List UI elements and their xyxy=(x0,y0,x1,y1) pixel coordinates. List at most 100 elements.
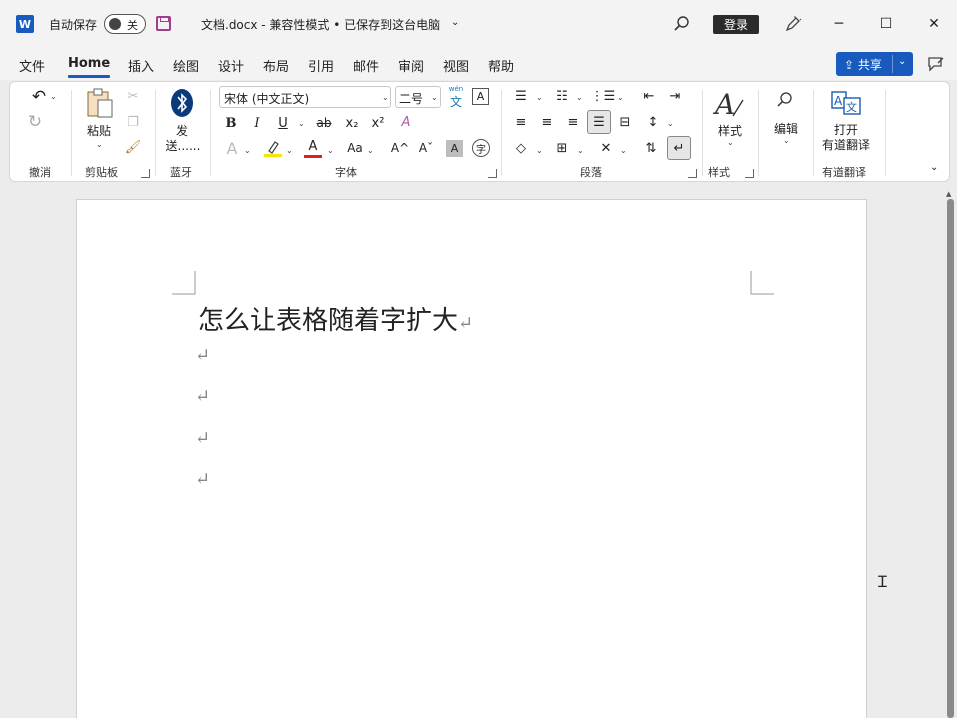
edit-dropdown-icon[interactable]: ⌄ xyxy=(783,136,790,145)
search-icon[interactable] xyxy=(672,14,692,34)
sort-icon[interactable]: ⇅ xyxy=(642,139,660,157)
format-painter-icon[interactable]: 🖌 xyxy=(124,138,142,156)
title-dropdown-icon[interactable]: ⌄ xyxy=(451,17,459,28)
styles-dropdown-icon[interactable]: ⌄ xyxy=(727,138,734,147)
comments-icon[interactable] xyxy=(926,54,946,74)
justify-icon[interactable]: ☰ xyxy=(590,113,608,131)
menu-mailings[interactable]: 邮件 xyxy=(353,56,379,75)
line-spacing-icon[interactable]: ↕ xyxy=(644,113,662,131)
ribbon-collapse-icon[interactable]: ⌄ xyxy=(930,162,938,173)
multilevel-dropdown-icon[interactable]: ⌄ xyxy=(617,93,624,102)
chinese-layout-dropdown-icon[interactable]: ⌄ xyxy=(620,146,627,155)
minimize-button[interactable]: ─ xyxy=(827,12,851,36)
highlight-dropdown-icon[interactable]: ⌄ xyxy=(286,146,293,155)
numbering-icon[interactable]: ☷ xyxy=(553,87,571,105)
enclose-characters-icon[interactable]: 字 xyxy=(472,139,490,157)
character-border-icon[interactable]: A xyxy=(472,88,489,105)
underline-button[interactable]: U xyxy=(274,114,292,132)
empty-paragraph[interactable]: ↵ xyxy=(195,386,210,407)
styles-label[interactable]: 样式 xyxy=(714,122,746,139)
edit-label[interactable]: 编辑 xyxy=(770,120,802,137)
shrink-font-button[interactable]: Aˇ xyxy=(416,139,436,157)
menu-references[interactable]: 引用 xyxy=(308,56,334,75)
bullets-dropdown-icon[interactable]: ⌄ xyxy=(536,93,543,102)
align-right-icon[interactable]: ≡ xyxy=(564,113,582,131)
strikethrough-button[interactable]: ab xyxy=(313,114,335,132)
font-name-dropdown-icon[interactable]: ⌄ xyxy=(382,93,389,102)
autosave-toggle[interactable]: 关 xyxy=(104,14,146,34)
increase-indent-icon[interactable]: ⇥ xyxy=(666,87,684,105)
styles-launcher-icon[interactable] xyxy=(745,169,754,178)
font-launcher-icon[interactable] xyxy=(488,169,497,178)
multilevel-list-icon[interactable]: ⋮☰ xyxy=(591,87,616,105)
empty-paragraph[interactable]: ↵ xyxy=(195,345,210,366)
paste-icon[interactable] xyxy=(85,88,115,120)
subscript-button[interactable]: x₂ xyxy=(342,114,362,132)
shading-dropdown-icon[interactable]: ⌄ xyxy=(536,146,543,155)
italic-button[interactable]: I xyxy=(248,114,266,132)
redo-icon[interactable]: ↻ xyxy=(24,111,46,133)
send-label-2[interactable]: 送...... xyxy=(165,137,201,154)
empty-paragraph[interactable]: ↵ xyxy=(195,428,210,449)
align-left-icon[interactable]: ≡ xyxy=(512,113,530,131)
menu-insert[interactable]: 插入 xyxy=(128,56,154,75)
bullets-icon[interactable]: ☰ xyxy=(512,87,530,105)
close-button[interactable]: ✕ xyxy=(922,12,946,36)
maximize-button[interactable]: ☐ xyxy=(874,12,898,36)
decrease-indent-icon[interactable]: ⇤ xyxy=(640,87,658,105)
menu-review[interactable]: 审阅 xyxy=(398,56,424,75)
text-effects-dropdown-icon[interactable]: ⌄ xyxy=(244,146,251,155)
line-spacing-dropdown-icon[interactable]: ⌄ xyxy=(667,119,674,128)
save-icon[interactable] xyxy=(156,16,171,31)
vertical-scrollbar[interactable] xyxy=(947,199,954,718)
font-color-icon[interactable]: A xyxy=(304,137,322,155)
highlight-icon[interactable] xyxy=(263,138,283,158)
menu-view[interactable]: 视图 xyxy=(443,56,469,75)
menu-help[interactable]: 帮助 xyxy=(488,56,514,75)
find-icon[interactable] xyxy=(775,90,795,110)
document-page[interactable]: 怎么让表格随着字扩大↵ ↵ ↵ ↵ ↵ xyxy=(76,199,867,718)
align-center-icon[interactable]: ≡ xyxy=(538,113,556,131)
shading-icon[interactable]: ◇ xyxy=(512,139,530,157)
borders-icon[interactable]: ⊞ xyxy=(553,139,571,157)
clear-formatting-icon[interactable]: A xyxy=(396,112,416,132)
bold-button[interactable]: B xyxy=(222,114,240,132)
phonetic-guide-icon[interactable]: wén 文 xyxy=(447,84,465,110)
text-effects-icon[interactable]: A xyxy=(222,138,242,158)
login-button[interactable]: 登录 xyxy=(713,15,759,34)
document-heading[interactable]: 怎么让表格随着字扩大↵ xyxy=(198,300,473,337)
font-name-select[interactable]: 宋体 (中文正文) xyxy=(219,86,391,108)
borders-dropdown-icon[interactable]: ⌄ xyxy=(577,146,584,155)
empty-paragraph[interactable]: ↵ xyxy=(195,469,210,490)
menu-design[interactable]: 设计 xyxy=(218,56,244,75)
undo-icon[interactable]: ↶ xyxy=(28,86,50,108)
grow-font-button[interactable]: A^ xyxy=(390,139,410,157)
menu-layout[interactable]: 布局 xyxy=(263,56,289,75)
distributed-icon[interactable]: ⊟ xyxy=(616,113,634,131)
undo-dropdown-icon[interactable]: ⌄ xyxy=(50,92,57,101)
open-youdao-label[interactable]: 有道翻译 xyxy=(816,136,876,153)
character-shading-icon[interactable]: A xyxy=(446,140,463,157)
cut-icon[interactable]: ✂ xyxy=(124,87,142,105)
menu-file[interactable]: 文件 xyxy=(19,56,45,75)
change-case-button[interactable]: Aa xyxy=(344,139,366,157)
share-dropdown-icon[interactable]: ⌄ xyxy=(898,56,906,67)
menu-draw[interactable]: 绘图 xyxy=(173,56,199,75)
clipboard-launcher-icon[interactable] xyxy=(141,169,150,178)
superscript-button[interactable]: x² xyxy=(368,114,388,132)
font-size-dropdown-icon[interactable]: ⌄ xyxy=(431,93,438,102)
change-case-dropdown-icon[interactable]: ⌄ xyxy=(367,146,374,155)
menu-home[interactable]: Home xyxy=(68,56,110,71)
font-color-dropdown-icon[interactable]: ⌄ xyxy=(327,146,334,155)
document-title[interactable]: 文档.docx - 兼容性模式 • 已保存到这台电脑 xyxy=(201,16,440,33)
share-button[interactable]: ⇪ 共享 ⌄ xyxy=(836,52,913,76)
paste-label[interactable]: 粘贴 xyxy=(85,122,113,139)
underline-dropdown-icon[interactable]: ⌄ xyxy=(298,119,305,128)
scroll-up-icon[interactable]: ▲ xyxy=(946,190,951,198)
bluetooth-icon[interactable] xyxy=(170,88,194,118)
styles-icon[interactable]: A xyxy=(713,88,747,120)
copy-icon[interactable]: ❐ xyxy=(124,113,142,131)
youdao-translate-icon[interactable]: A 文 xyxy=(830,88,862,118)
numbering-dropdown-icon[interactable]: ⌄ xyxy=(576,93,583,102)
paragraph-launcher-icon[interactable] xyxy=(688,169,697,178)
